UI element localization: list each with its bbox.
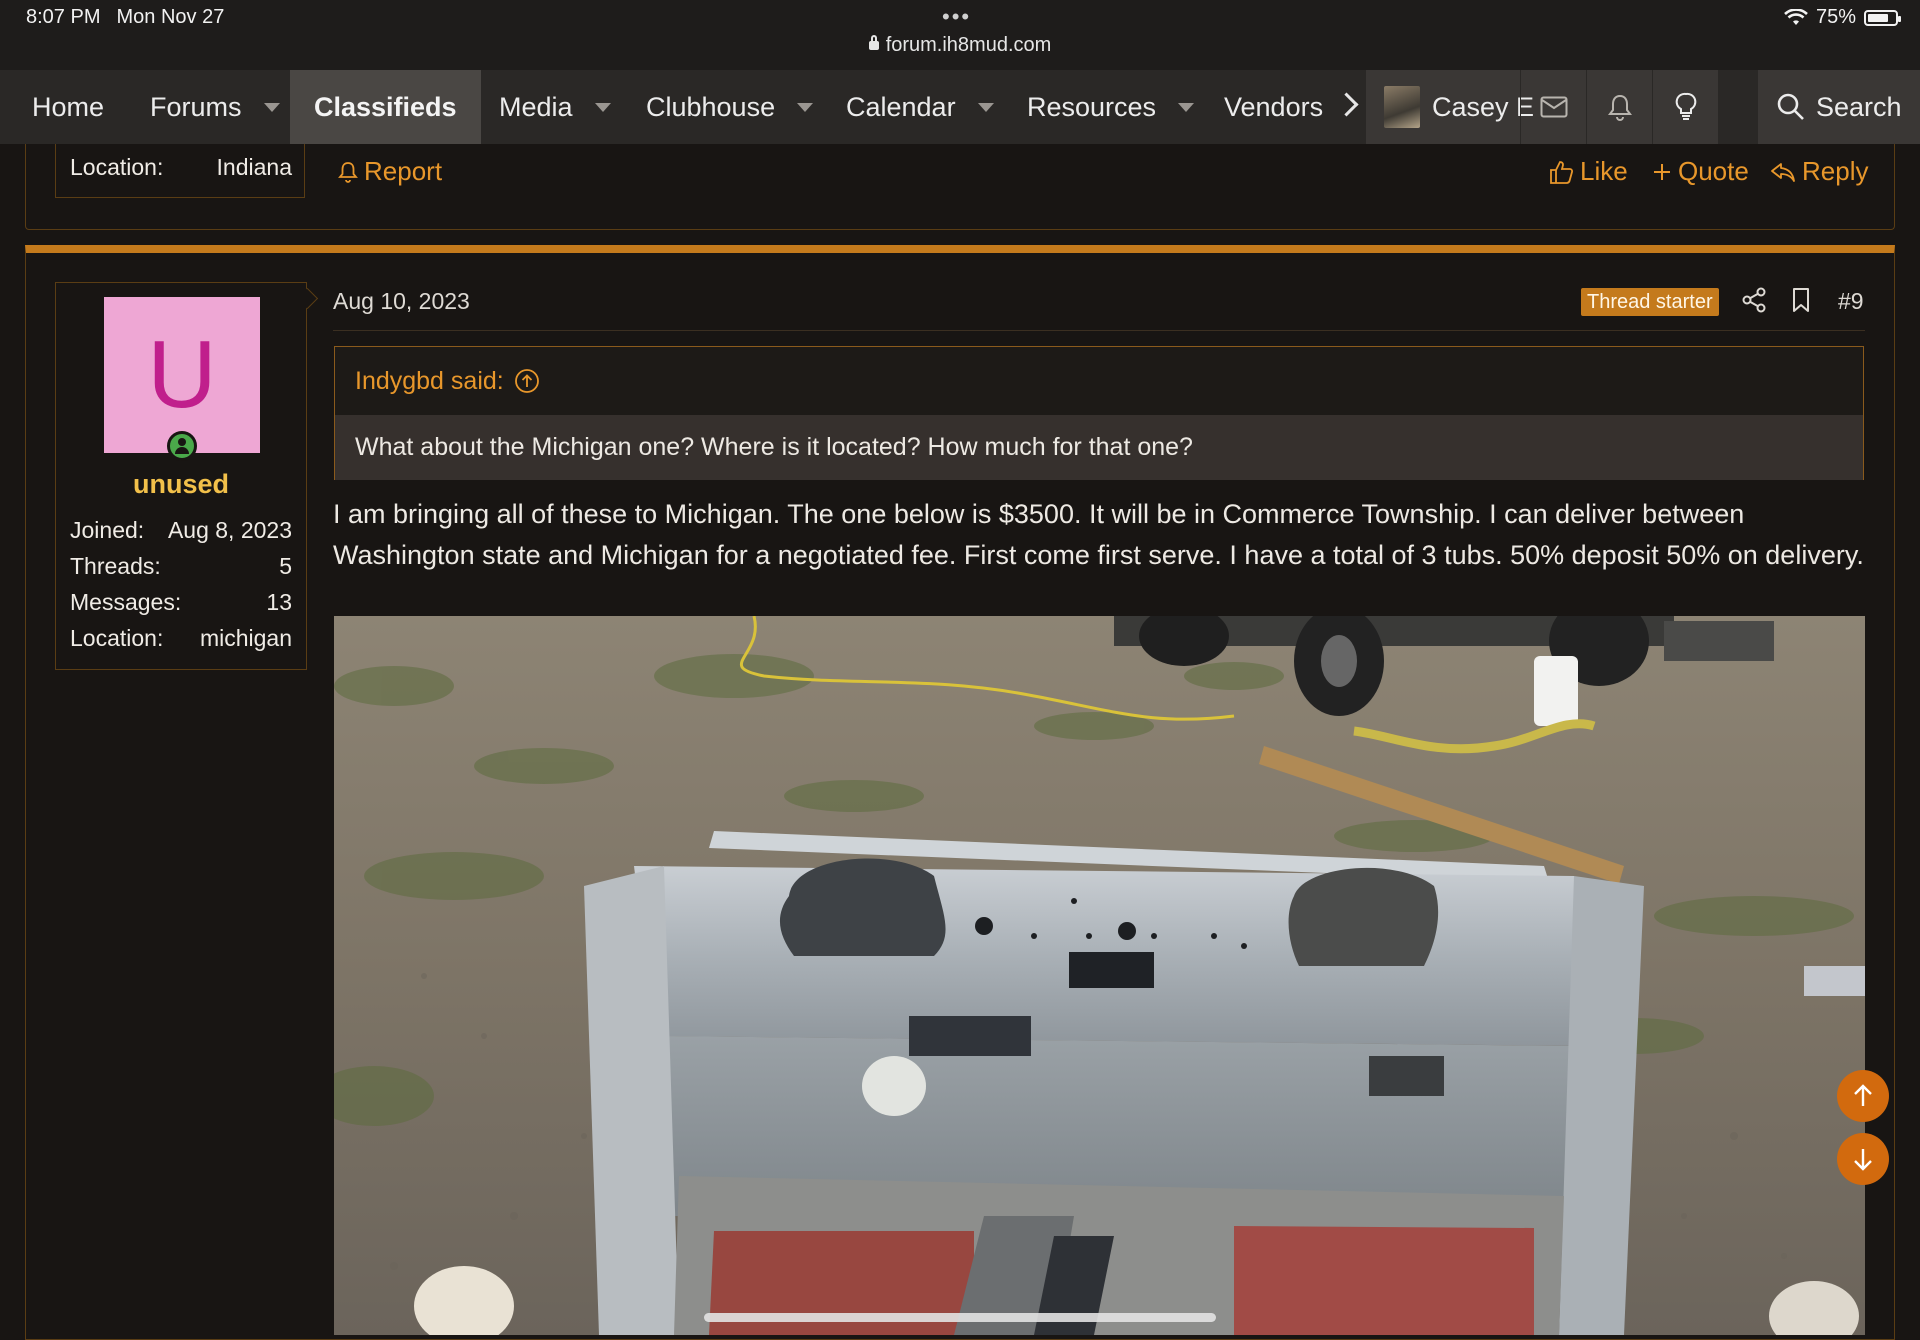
avatar	[1384, 86, 1420, 128]
avatar[interactable]: U	[104, 297, 260, 453]
threads-label: Threads:	[70, 553, 161, 579]
quote-text: What about the Michigan one? Where is it…	[355, 433, 1193, 461]
nav-resources[interactable]: Resources	[1003, 70, 1218, 144]
scroll-up-button[interactable]	[1837, 1070, 1889, 1122]
arrow-down-icon	[1854, 1149, 1872, 1171]
bell-icon	[338, 161, 358, 183]
nav-label: Home	[32, 91, 105, 122]
thread-starter-badge: Thread starter	[1581, 288, 1719, 316]
nav-label: Media	[499, 91, 573, 122]
nav-label: Calendar	[846, 91, 956, 122]
caret-down-icon[interactable]	[1178, 102, 1195, 112]
home-indicator[interactable]	[704, 1313, 1216, 1322]
attached-image[interactable]	[334, 616, 1865, 1335]
location-label: Location:	[70, 625, 164, 651]
report-link[interactable]: Report	[338, 156, 442, 187]
scroll-down-button[interactable]	[1837, 1133, 1889, 1185]
nav-label: Forums	[150, 91, 242, 122]
messages-label: Messages:	[70, 589, 182, 615]
nav-label: Vendors	[1224, 91, 1324, 122]
nav-home[interactable]: Home	[0, 70, 136, 144]
quote-button[interactable]: Quote	[1652, 156, 1749, 187]
bell-icon	[1608, 94, 1632, 121]
thumbs-up-icon	[1550, 160, 1574, 184]
status-indicators: 75%	[1784, 6, 1901, 29]
quote-attribution-link[interactable]: Indygbd said:	[355, 347, 540, 415]
arrow-up-circle-icon[interactable]	[514, 368, 540, 394]
caret-down-icon[interactable]	[797, 102, 814, 112]
status-bar: 8:07 PM Mon Nov 27 ••• forum.ih8mud.com 7…	[0, 0, 1920, 70]
status-time: 8:07 PM Mon Nov 27	[26, 6, 225, 28]
url-text: forum.ih8mud.com	[885, 34, 1052, 56]
quote-header: Indygbd said:	[335, 347, 1863, 415]
joined-label: Joined:	[70, 517, 145, 543]
nav-vendors[interactable]: Vendors	[1200, 70, 1347, 144]
quote-content: What about the Michigan one? Where is it…	[335, 415, 1863, 480]
user-name: Casey E	[1432, 92, 1535, 122]
inbox-button[interactable]	[1520, 70, 1587, 144]
nav-label: Clubhouse	[646, 91, 776, 122]
caret-down-icon[interactable]	[263, 102, 280, 112]
wifi-icon	[1784, 8, 1808, 25]
search-label: Search	[1816, 91, 1902, 122]
online-status-icon	[167, 431, 197, 461]
location-value: michigan	[199, 625, 292, 651]
nav-calendar[interactable]: Calendar	[822, 70, 1018, 144]
post-number-link[interactable]: #9	[1838, 288, 1864, 315]
reply-button[interactable]: Reply	[1770, 156, 1868, 187]
joined-value: Aug 8, 2023	[167, 517, 292, 543]
bookmark-icon	[1793, 288, 1809, 312]
alerts-button[interactable]	[1586, 70, 1653, 144]
nav-classifieds[interactable]: Classifieds	[290, 70, 481, 144]
whats-new-button[interactable]	[1652, 70, 1719, 144]
share-icon	[1742, 287, 1766, 313]
bookmark-button[interactable]	[1790, 286, 1812, 319]
battery-percent: 75%	[1815, 6, 1856, 28]
caret-down-icon[interactable]	[594, 102, 611, 112]
search-button[interactable]: Search	[1758, 70, 1920, 144]
reply-icon	[1771, 162, 1795, 182]
nav-label: Resources	[1027, 91, 1157, 122]
main-nav: Home Forums Classifieds Media Clubhouse …	[0, 70, 1920, 144]
nav-media[interactable]: Media	[475, 70, 635, 144]
nav-forums[interactable]: Forums	[126, 70, 304, 144]
battery-icon	[1864, 9, 1901, 26]
post-date[interactable]: Aug 10, 2023	[333, 288, 470, 315]
reply-label: Reply	[1802, 156, 1869, 186]
post-body-text: I am bringing all of these to Michigan. …	[333, 499, 1864, 570]
plus-icon	[1654, 163, 1670, 180]
nav-label: Classifieds	[314, 91, 457, 122]
divider	[333, 330, 1865, 331]
quote-author: Indygbd said:	[355, 367, 504, 395]
messages-value: 13	[266, 589, 292, 615]
prev-location-value: Indiana	[216, 154, 292, 180]
lock-icon	[868, 35, 879, 50]
multitask-dots[interactable]: •••	[942, 4, 971, 30]
arrow-up-icon	[1854, 1084, 1872, 1106]
user-menu[interactable]: Casey E	[1366, 70, 1718, 144]
like-label: Like	[1580, 156, 1628, 186]
address-bar[interactable]: forum.ih8mud.com	[0, 34, 1920, 57]
caret-down-icon[interactable]	[977, 102, 994, 112]
envelope-icon	[1540, 96, 1568, 118]
nav-clubhouse[interactable]: Clubhouse	[622, 70, 837, 144]
search-icon	[1777, 93, 1804, 120]
share-button[interactable]	[1741, 286, 1767, 319]
quote-label: Quote	[1678, 156, 1749, 186]
like-button[interactable]: Like	[1548, 156, 1628, 187]
report-label: Report	[364, 156, 443, 186]
truck-cab-photo	[334, 616, 1865, 1335]
quote-block: Indygbd said: What about the Michigan on…	[334, 346, 1864, 480]
lightbulb-icon	[1675, 92, 1697, 120]
threads-value: 5	[279, 553, 292, 579]
username-link[interactable]: unused	[56, 469, 306, 500]
user-card: U unused Joined: Aug 8, 2023 Threads: 5 …	[55, 282, 307, 670]
